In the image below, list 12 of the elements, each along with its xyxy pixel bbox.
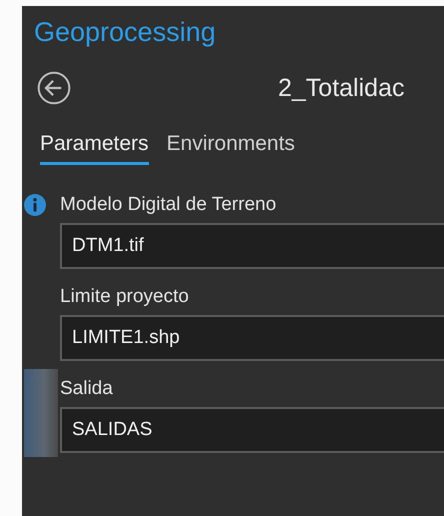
input-field[interactable]: LIMITE1.shp — [60, 315, 444, 361]
tool-name: 2_Totalidac — [278, 74, 404, 102]
pane-title: Geoprocessing — [33, 16, 217, 49]
tab[interactable]: Environments — [166, 132, 295, 165]
input-field[interactable]: DTM1.tif — [60, 223, 444, 269]
input-field[interactable]: SALIDAS — [60, 407, 444, 453]
parameter-label: Modelo Digital de Terreno — [60, 194, 276, 216]
parameter-label: Salida — [60, 378, 113, 400]
info-icon[interactable] — [24, 194, 46, 216]
back-icon[interactable] — [36, 70, 72, 106]
parameter-label: Limite proyecto — [60, 286, 189, 308]
tab[interactable]: Parameters — [40, 132, 149, 165]
